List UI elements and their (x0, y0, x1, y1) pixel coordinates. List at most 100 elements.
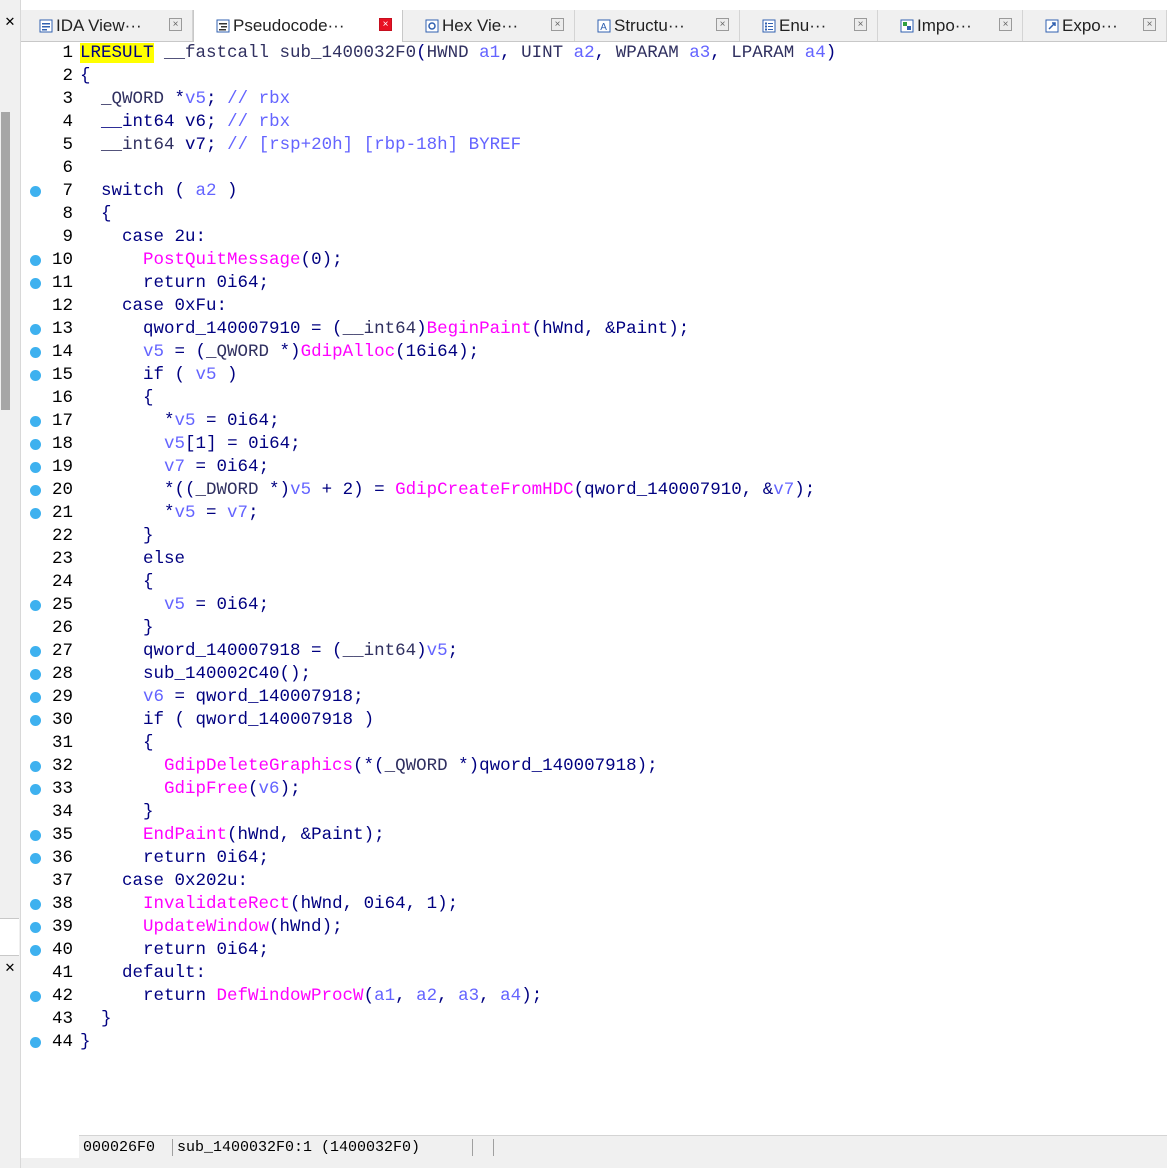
code-line[interactable]: 20 *((_DWORD *)v5 + 2) = GdipCreateFromH… (21, 479, 1167, 502)
tab-close-icon[interactable]: × (551, 18, 564, 31)
code-line[interactable]: 31 { (21, 732, 1167, 755)
code-line[interactable]: 7 switch ( a2 ) (21, 180, 1167, 203)
code-token: , (479, 986, 501, 1006)
breakpoint-dot-icon[interactable] (30, 646, 41, 657)
code-line[interactable]: 11 return 0i64; (21, 272, 1167, 295)
code-line[interactable]: 9 case 2u: (21, 226, 1167, 249)
tab-structures[interactable]: A Structu··· × (575, 10, 740, 41)
code-token: 1 (195, 434, 207, 454)
code-line[interactable]: 34 } (21, 801, 1167, 824)
code-line[interactable]: 38 InvalidateRect(hWnd, 0i64, 1); (21, 893, 1167, 916)
breakpoint-dot-icon[interactable] (30, 991, 41, 1002)
code-token: , & (741, 480, 774, 500)
code-line[interactable]: 4 __int64 v6; // rbx (21, 111, 1167, 134)
breakpoint-dot-icon[interactable] (30, 508, 41, 519)
code-line[interactable]: 19 v7 = 0i64; (21, 456, 1167, 479)
code-line[interactable]: 16 { (21, 387, 1167, 410)
code-line[interactable]: 39 UpdateWindow(hWnd); (21, 916, 1167, 939)
breakpoint-dot-icon[interactable] (30, 830, 41, 841)
tab-close-icon[interactable]: × (716, 18, 729, 31)
tab-close-icon[interactable]: × (999, 18, 1012, 31)
breakpoint-dot-icon[interactable] (30, 255, 41, 266)
code-line[interactable]: 2{ (21, 65, 1167, 88)
code-line[interactable]: 37 case 0x202u: (21, 870, 1167, 893)
code-line[interactable]: 22 } (21, 525, 1167, 548)
breakpoint-dot-icon[interactable] (30, 692, 41, 703)
code-line[interactable]: 35 EndPaint(hWnd, &Paint); (21, 824, 1167, 847)
breakpoint-dot-icon[interactable] (30, 370, 41, 381)
tab-exports[interactable]: Expo··· × (1023, 10, 1167, 41)
code-token: a1 (479, 43, 501, 63)
code-line[interactable]: 3 _QWORD *v5; // rbx (21, 88, 1167, 111)
dock-close-icon[interactable]: ✕ (2, 14, 18, 30)
code-line[interactable]: 18 v5[1] = 0i64; (21, 433, 1167, 456)
breakpoint-dot-icon[interactable] (30, 347, 41, 358)
pseudocode-editor[interactable]: 1 LRESULT __fastcall sub_1400032F0(HWND a… (21, 42, 1167, 1134)
code-line[interactable]: 23 else (21, 548, 1167, 571)
code-line[interactable]: 30 if ( qword_140007918 ) (21, 709, 1167, 732)
code-line[interactable]: 15 if ( v5 ) (21, 364, 1167, 387)
breakpoint-dot-icon[interactable] (30, 324, 41, 335)
breakpoint-dot-icon[interactable] (30, 278, 41, 289)
breakpoint-dot-icon[interactable] (30, 669, 41, 680)
breakpoint-dot-icon[interactable] (30, 485, 41, 496)
code-line[interactable]: 32 GdipDeleteGraphics(*(_QWORD *)qword_1… (21, 755, 1167, 778)
code-line[interactable]: 8 { (21, 203, 1167, 226)
code-line[interactable]: 17 *v5 = 0i64; (21, 410, 1167, 433)
code-line[interactable]: 26 } (21, 617, 1167, 640)
code-line[interactable]: 42 return DefWindowProcW(a1, a2, a3, a4)… (21, 985, 1167, 1008)
code-line[interactable]: 40 return 0i64; (21, 939, 1167, 962)
tab-close-icon[interactable]: × (1143, 18, 1156, 31)
code-token: ); (794, 480, 816, 500)
code-token: 0i64 (363, 894, 406, 914)
code-line[interactable]: 13 qword_140007910 = (__int64)BeginPaint… (21, 318, 1167, 341)
dock-scrollbar-thumb[interactable] (1, 112, 10, 410)
code-line[interactable]: 21 *v5 = v7; (21, 502, 1167, 525)
breakpoint-dot-icon[interactable] (30, 761, 41, 772)
code-line[interactable]: 10 PostQuitMessage(0); (21, 249, 1167, 272)
breakpoint-dot-icon[interactable] (30, 600, 41, 611)
tab-label: Hex Vie··· (442, 15, 519, 35)
code-line[interactable]: 43 } (21, 1008, 1167, 1031)
breakpoint-dot-icon[interactable] (30, 715, 41, 726)
tab-ida-view[interactable]: IDA View··· × (21, 10, 193, 41)
code-line[interactable]: 24 { (21, 571, 1167, 594)
breakpoint-dot-icon[interactable] (30, 784, 41, 795)
code-line[interactable]: 33 GdipFree(v6); (21, 778, 1167, 801)
code-line[interactable]: 6 (21, 157, 1167, 180)
breakpoint-dot-icon[interactable] (30, 462, 41, 473)
tab-close-icon[interactable]: × (169, 18, 182, 31)
code-token: ); (437, 894, 459, 914)
code-line[interactable]: 44} (21, 1031, 1167, 1054)
breakpoint-dot-icon[interactable] (30, 922, 41, 933)
breakpoint-dot-icon[interactable] (30, 439, 41, 450)
code-line[interactable]: 27 qword_140007918 = (__int64)v5; (21, 640, 1167, 663)
tab-close-icon[interactable]: × (379, 18, 392, 31)
breakpoint-dot-icon[interactable] (30, 899, 41, 910)
tab-pseudocode[interactable]: Pseudocode··· × (193, 10, 403, 42)
code-line[interactable]: 5 __int64 v7; // [rsp+20h] [rbp-18h] BYR… (21, 134, 1167, 157)
breakpoint-dot-icon[interactable] (30, 1037, 41, 1048)
tab-hex-view[interactable]: Hex Vie··· × (403, 10, 575, 41)
bottom-border (21, 1158, 1167, 1168)
code-line[interactable]: 41 default: (21, 962, 1167, 985)
tab-imports[interactable]: Impo··· × (878, 10, 1023, 41)
breakpoint-dot-icon[interactable] (30, 853, 41, 864)
code-token: qword_140007918 (80, 641, 301, 661)
code-line[interactable]: 28 sub_140002C40(); (21, 663, 1167, 686)
tab-enums[interactable]: Enu··· × (740, 10, 878, 41)
breakpoint-dot-icon[interactable] (30, 186, 41, 197)
breakpoint-dot-icon[interactable] (30, 945, 41, 956)
code-line[interactable]: 29 v6 = qword_140007918; (21, 686, 1167, 709)
code-line[interactable]: 36 return 0i64; (21, 847, 1167, 870)
code-line[interactable]: 1 LRESULT __fastcall sub_1400032F0(HWND a… (21, 42, 1167, 65)
code-line[interactable]: 12 case 0xFu: (21, 295, 1167, 318)
code-token: = ( (164, 342, 207, 362)
code-token: __int64 (80, 112, 186, 132)
tab-close-icon[interactable]: × (854, 18, 867, 31)
code-line[interactable]: 14 v5 = (_QWORD *)GdipAlloc(16i64); (21, 341, 1167, 364)
dock-close-icon[interactable]: ✕ (2, 960, 18, 976)
line-number: 17 (51, 411, 73, 431)
breakpoint-dot-icon[interactable] (30, 416, 41, 427)
code-line[interactable]: 25 v5 = 0i64; (21, 594, 1167, 617)
